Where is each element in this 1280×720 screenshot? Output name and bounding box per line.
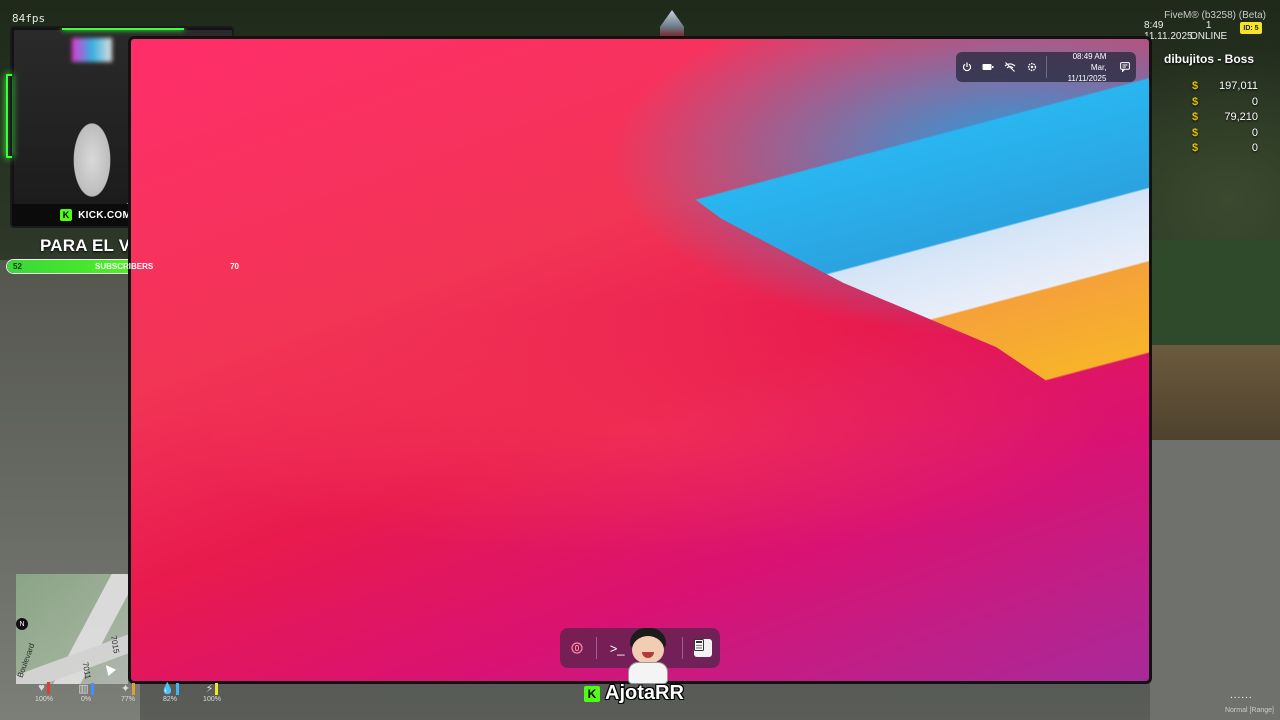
kick-logo-icon: K [60,209,73,221]
vital-health: ♥ 100% [28,682,60,703]
streamer-mascot [622,626,678,686]
world-lawn [1150,240,1280,360]
streamer-brand: K AjotaRR [584,682,684,705]
battery-icon[interactable] [978,52,1000,82]
players-online-count: 1 [1205,20,1212,31]
money-panel: $197,011 $0 $79,210 $0 $0 [1192,80,1258,158]
vital-bar [90,683,94,696]
laptop-time: 08:49 AM [1072,51,1107,61]
voice-indicator-dots: ...... [1230,690,1253,701]
dollar-icon: $ [1192,142,1199,155]
streamer-name: AjotaRR [605,682,684,704]
player-id-badge: ID: 5 [1240,22,1262,34]
mascot-face [632,636,664,664]
clock-time: 8:49 [1144,20,1164,31]
laptop-date: Mar, 11/11/2025 [1067,62,1107,83]
money-row: $0 [1192,142,1258,158]
money-row: $79,210 [1192,111,1258,127]
dollar-icon: $ [1192,111,1199,124]
compass-north-icon: N [16,618,28,630]
laptop-desktop[interactable] [128,36,1152,684]
world-floor [1150,440,1280,720]
armor-icon: ▥ [70,682,102,696]
heart-icon: ♥ [28,682,60,696]
vital-thirst: 💧 82% [154,682,186,703]
money-value: 197,011 [1219,80,1258,92]
money-value: 0 [1251,95,1258,108]
mascot-body [628,662,668,684]
vital-bar [176,683,180,696]
food-icon: ✦ [112,682,144,696]
vital-bar [46,682,50,695]
vital-stamina: ⚡ 100% [196,682,228,703]
neon-bracket-left [6,74,12,158]
vital-bar [132,683,136,696]
money-value: 79,210 [1224,111,1258,124]
notifications-icon[interactable] [1114,52,1136,82]
sub-goal-label: SUBSCRIBERS [95,262,154,271]
power-icon[interactable] [956,52,978,82]
calculator-icon [694,639,713,657]
player-job: dibujitos - Boss [1164,52,1254,66]
water-drop-icon: 💧 [154,682,186,696]
fps-counter: 84fps [12,12,46,25]
vital-percent: 100% [35,696,53,703]
vital-percent: 100% [203,696,221,703]
dollar-icon: $ [1192,95,1199,108]
money-row: $0 [1192,96,1258,112]
vital-percent: 82% [162,696,177,703]
dock-divider [596,637,598,659]
settings-icon[interactable] [1021,52,1043,82]
dollar-icon: $ [1192,126,1199,139]
vital-bar [215,683,219,696]
calculator-app[interactable] [689,634,717,662]
status-divider [1046,56,1048,78]
players-online-label: ONLINE [1190,31,1228,42]
vital-hunger: ✦ 77% [112,682,144,703]
sub-goal-target: 70 [230,262,239,271]
money-value: 0 [1251,142,1258,155]
dollar-icon: $ [1192,80,1199,92]
world-wall [1150,345,1280,445]
money-row: $0 [1192,127,1258,143]
vital-percent: 77% [120,696,135,703]
money-value: 0 [1251,126,1258,139]
laptop-status-panel: 08:49 AM Mar, 11/11/2025 [956,51,1136,84]
webcam-neon-bar [62,28,184,30]
kick-logo-icon: K [584,685,600,702]
sub-goal-current: 52 [13,262,22,271]
wifi-off-icon[interactable] [999,52,1021,82]
lightning-icon: ⚡ [196,682,228,696]
players-online: 1 ONLINE [1190,20,1227,42]
money-row: $197,011 [1192,80,1258,96]
player-vitals: ♥ 100% ▥ 0% ✦ 77% 💧 82% ⚡ 100% [28,682,228,703]
power-app-icon[interactable] [563,634,591,662]
vital-percent: 0% [80,696,92,703]
webcam-light [72,38,112,62]
voice-range-mode: Normal [Range] [1224,707,1274,714]
dock-divider [682,637,684,659]
vital-armor: ▥ 0% [70,682,102,703]
laptop-datetime: 08:49 AM Mar, 11/11/2025 [1051,51,1107,84]
